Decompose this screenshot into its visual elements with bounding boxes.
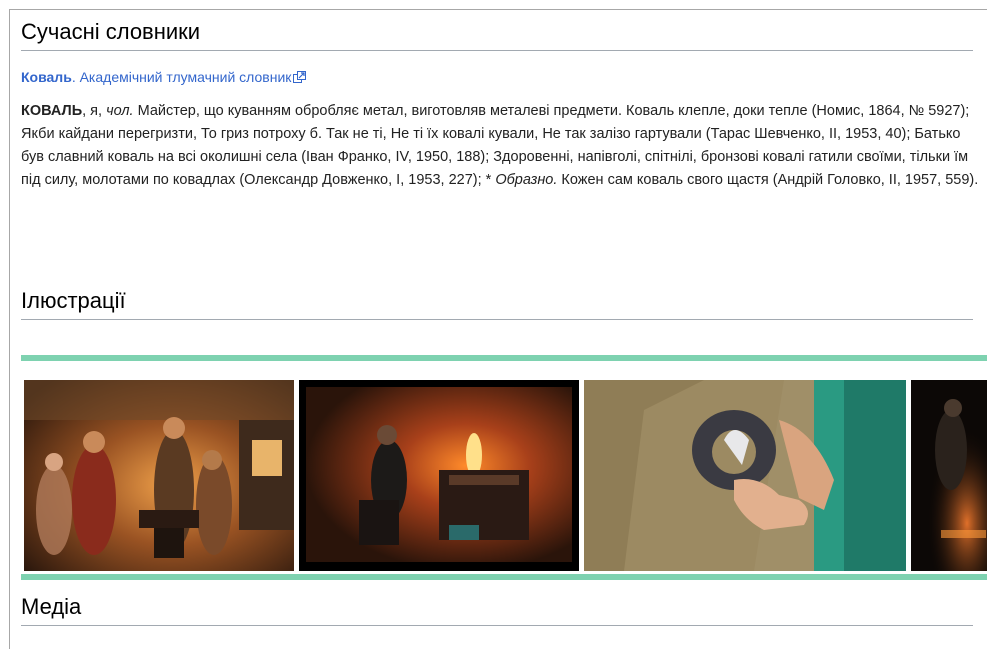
blacksmith-dark-photo-thumbnail[interactable] bbox=[911, 380, 987, 571]
heading-media: Медіа bbox=[21, 594, 973, 626]
source-separator: . bbox=[71, 69, 80, 85]
dictionary-definition: КОВАЛЬ, я, чол. Майстер, що куванням обр… bbox=[21, 100, 981, 192]
heading-modern-dictionaries: Сучасні словники bbox=[21, 19, 973, 51]
entry-grammar: , я, bbox=[82, 103, 107, 119]
image-gallery bbox=[24, 380, 987, 572]
dictionary-source-line: Коваль. Академічний тлумачний словник bbox=[21, 69, 307, 86]
horseshoe-photo-thumbnail[interactable] bbox=[584, 380, 906, 571]
entry-part-of-speech: чол. bbox=[106, 103, 134, 119]
blacksmith-forge-photo-thumbnail[interactable] bbox=[299, 380, 579, 571]
gallery-bottom-border bbox=[21, 574, 987, 580]
source-headword-link[interactable]: Коваль bbox=[21, 69, 72, 85]
entry-headword: КОВАЛЬ bbox=[21, 103, 83, 119]
entry-figurative-label: Образно. bbox=[495, 172, 558, 188]
external-link-icon[interactable] bbox=[293, 70, 307, 86]
dictionary-link[interactable]: Академічний тлумачний словник bbox=[80, 69, 292, 85]
gallery-top-border bbox=[21, 355, 987, 361]
heading-illustrations: Ілюстрації bbox=[21, 288, 973, 320]
entry-example: Кожен сам коваль свого щастя (Андрій Гол… bbox=[557, 172, 979, 188]
blacksmiths-painting-thumbnail[interactable] bbox=[24, 380, 294, 571]
